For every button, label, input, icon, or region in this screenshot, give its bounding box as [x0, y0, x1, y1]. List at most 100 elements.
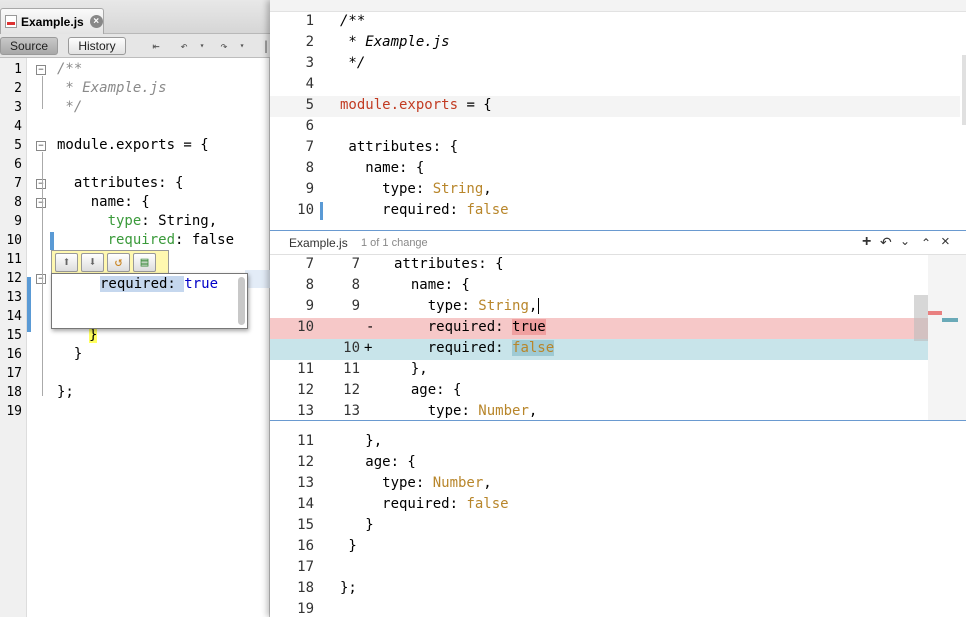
line-number: 16	[297, 538, 314, 554]
line-number: 12	[6, 271, 22, 286]
diff-sign: +	[364, 340, 373, 356]
current-line-highlight	[245, 270, 270, 288]
code-value: true	[512, 319, 546, 335]
source-button[interactable]: Source	[0, 37, 58, 55]
fold-toggle-icon[interactable]: −	[36, 198, 46, 208]
popup-code: required: true	[100, 276, 218, 292]
line-number: 1	[305, 13, 314, 29]
diff-window-topbar	[270, 0, 966, 12]
line-number: 18	[6, 385, 22, 400]
new-line-number: 11	[343, 361, 360, 377]
code-line: type: Number,	[340, 475, 492, 491]
scrollbar[interactable]	[962, 55, 966, 125]
line-number: 9	[14, 214, 22, 229]
diff-view: 7 7 attributes: { 8 8 name: { 9 9 type: …	[270, 255, 966, 421]
line-number: 5	[305, 97, 314, 113]
fold-guide	[42, 152, 43, 396]
rollback-icon[interactable]: ↺	[107, 252, 130, 272]
change-marker[interactable]	[320, 202, 323, 220]
chevron-down-icon[interactable]: ▾	[194, 38, 210, 54]
diff-overview-removed	[928, 311, 942, 315]
code-line: */	[57, 99, 83, 115]
diff-code: attributes: {	[394, 256, 504, 272]
change-marker[interactable]	[50, 232, 54, 250]
diff-popup: required: true	[51, 273, 248, 329]
code-line: age: {	[340, 454, 416, 470]
line-number: 14	[297, 496, 314, 512]
close-icon[interactable]: ×	[941, 233, 950, 250]
old-line-number: 13	[297, 403, 314, 419]
code-line: }	[340, 517, 374, 533]
last-edit-icon[interactable]: ⇤	[148, 38, 164, 54]
add-icon[interactable]: +	[862, 233, 871, 251]
line-number: 6	[305, 118, 314, 134]
code-line: required: false	[57, 232, 234, 248]
chevron-down-icon[interactable]: ▾	[234, 38, 250, 54]
code-line: type: String,	[57, 213, 218, 229]
old-line-number: 9	[305, 298, 314, 314]
history-button[interactable]: History	[68, 37, 126, 55]
line-number: 15	[6, 328, 22, 343]
code-line: }	[57, 346, 83, 362]
previous-change-icon[interactable]: ⬆	[55, 252, 78, 272]
brace-match: }	[89, 327, 98, 343]
diff-header: Example.js 1 of 1 change + ↶ ⌄ ⌃ ×	[270, 230, 966, 255]
line-number: 2	[305, 34, 314, 50]
code-line: * Example.js	[57, 80, 167, 96]
diff-code: age: {	[394, 382, 462, 398]
forward-icon[interactable]: ↷	[216, 38, 232, 54]
diff-code: required: true	[394, 319, 546, 335]
new-line-number: 9	[351, 298, 360, 314]
diff-code: },	[394, 361, 428, 377]
chevron-down-icon[interactable]: ⌄	[900, 234, 910, 248]
popup-code-prefix: required:	[100, 276, 185, 292]
back-icon[interactable]: ↶	[176, 38, 192, 54]
js-file-icon	[5, 15, 17, 28]
old-line-number: 12	[297, 382, 314, 398]
fold-toggle-icon[interactable]: −	[36, 65, 46, 75]
diff-code: required: false	[394, 340, 555, 356]
line-number: 17	[6, 366, 22, 381]
code-line: },	[340, 433, 383, 449]
line-number: 12	[297, 454, 314, 470]
code-line: name: {	[340, 160, 425, 176]
code-value: false	[466, 496, 509, 512]
fold-toggle-icon[interactable]: −	[36, 141, 46, 151]
code-key: type	[340, 475, 416, 491]
code-token: = {	[458, 97, 492, 113]
code-line: */	[340, 55, 366, 71]
line-number-gutter: 1 2 3 4 5 6 7 8 9 10 11 12 13 14 15 16 1…	[0, 58, 27, 617]
code-rest: : String,	[141, 213, 218, 229]
fold-toggle-icon[interactable]: −	[36, 274, 46, 284]
line-number: 11	[6, 252, 22, 267]
fold-guide	[42, 76, 43, 109]
fold-toggle-icon[interactable]: −	[36, 179, 46, 189]
diff-file-name: Example.js	[289, 236, 348, 250]
line-number: 2	[14, 81, 22, 96]
code-key: type	[340, 181, 416, 197]
code-line: type: String,	[340, 181, 492, 197]
change-marker[interactable]	[27, 277, 31, 332]
close-icon[interactable]: ×	[89, 15, 103, 28]
diff-overview-thumb[interactable]	[914, 295, 928, 341]
line-number: 3	[14, 100, 22, 115]
line-number: 3	[305, 55, 314, 71]
code-value: false	[466, 202, 509, 218]
code-line: name: {	[57, 194, 150, 210]
new-line-number: 13	[343, 403, 360, 419]
code-key: type	[394, 403, 462, 419]
old-line-number: 11	[297, 361, 314, 377]
popup-scrollbar[interactable]	[238, 277, 245, 325]
diff-sign: -	[366, 319, 375, 335]
editor-tab-bar: Example.js ×	[0, 0, 270, 34]
undo-icon[interactable]: ↶	[880, 234, 892, 251]
line-number: 6	[14, 157, 22, 172]
code-line: attributes: {	[57, 175, 184, 191]
next-change-icon[interactable]: ⬇	[81, 252, 104, 272]
popup-code-value: true	[184, 276, 219, 292]
line-number: 18	[297, 580, 314, 596]
line-number: 11	[297, 433, 314, 449]
open-diff-icon[interactable]: ▤	[133, 252, 156, 272]
file-tab[interactable]: Example.js ×	[0, 8, 104, 34]
chevron-up-icon[interactable]: ⌃	[921, 236, 931, 250]
